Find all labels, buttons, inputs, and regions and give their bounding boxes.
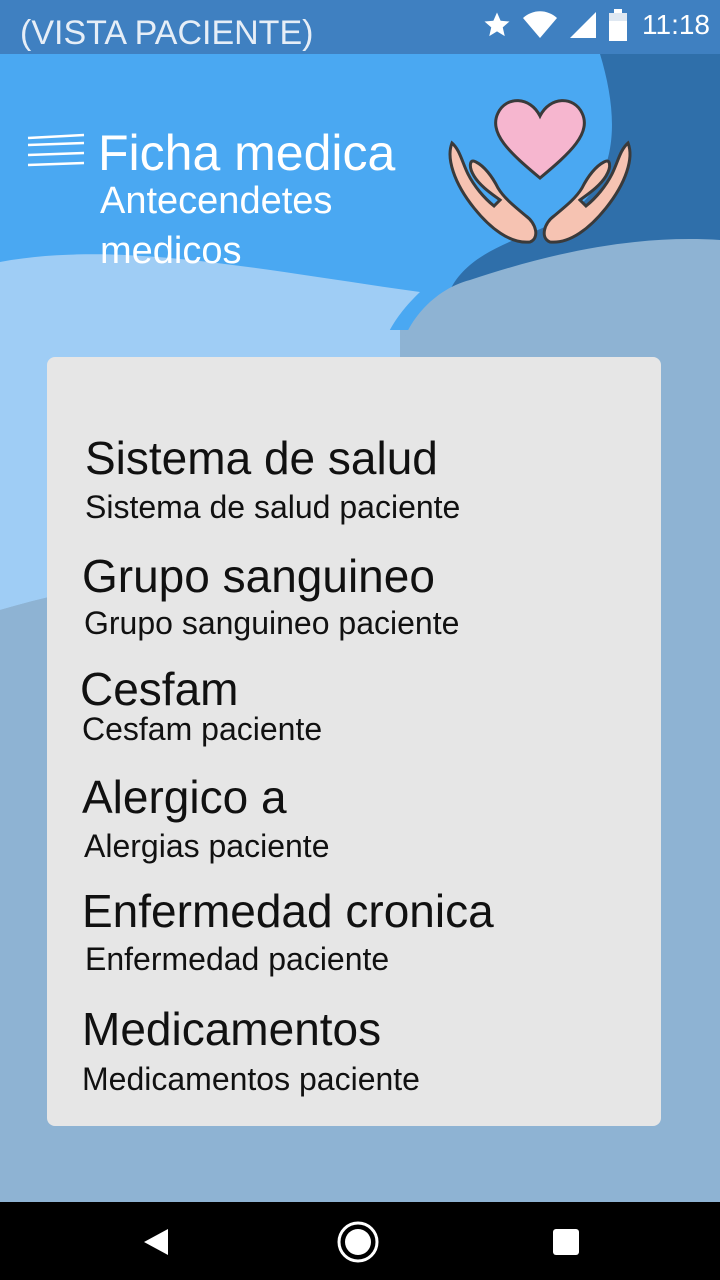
- field-label-alergico: Alergico a: [82, 771, 287, 823]
- wifi-icon: [522, 10, 558, 40]
- navigation-bar: [0, 1202, 720, 1280]
- field-label-medicamentos: Medicamentos: [82, 1003, 382, 1055]
- battery-icon: [608, 9, 628, 41]
- page-subtitle: Antecendetes medicos: [100, 180, 333, 272]
- page-title: Ficha medica: [98, 125, 396, 181]
- status-bar: (VISTA PACIENTE) 11:18: [0, 0, 720, 54]
- field-value-sistema-salud: Sistema de salud paciente: [85, 489, 461, 525]
- app-screen: (VISTA PACIENTE) 11:18 Ficha medica Ante…: [0, 0, 720, 1280]
- star-icon: [482, 10, 512, 40]
- status-title: (VISTA PACIENTE): [20, 14, 314, 52]
- field-label-enfermedad-cronica: Enfermedad cronica: [82, 885, 494, 937]
- clock-time: 11:18: [642, 9, 710, 40]
- field-value-grupo-sanguineo: Grupo sanguineo paciente: [84, 605, 460, 641]
- field-value-medicamentos: Medicamentos paciente: [82, 1061, 420, 1097]
- recents-icon[interactable]: [544, 1220, 588, 1264]
- status-icons: 11:18: [472, 6, 710, 44]
- field-label-grupo-sanguineo: Grupo sanguineo: [82, 550, 435, 602]
- signal-icon: [568, 10, 598, 40]
- field-value-alergias: Alergias paciente: [84, 828, 330, 864]
- field-label-cesfam: Cesfam: [80, 663, 239, 715]
- medical-info-card: Sistema de salud Sistema de salud pacien…: [47, 357, 661, 1126]
- field-value-cesfam: Cesfam paciente: [82, 711, 323, 747]
- heart-hands-logo: [448, 99, 632, 244]
- field-value-enfermedad: Enfermedad paciente: [85, 941, 390, 977]
- hamburger-menu-icon[interactable]: [26, 133, 86, 173]
- back-icon[interactable]: [134, 1220, 178, 1264]
- home-icon[interactable]: [336, 1220, 380, 1264]
- field-label-sistema-salud: Sistema de salud: [85, 432, 438, 484]
